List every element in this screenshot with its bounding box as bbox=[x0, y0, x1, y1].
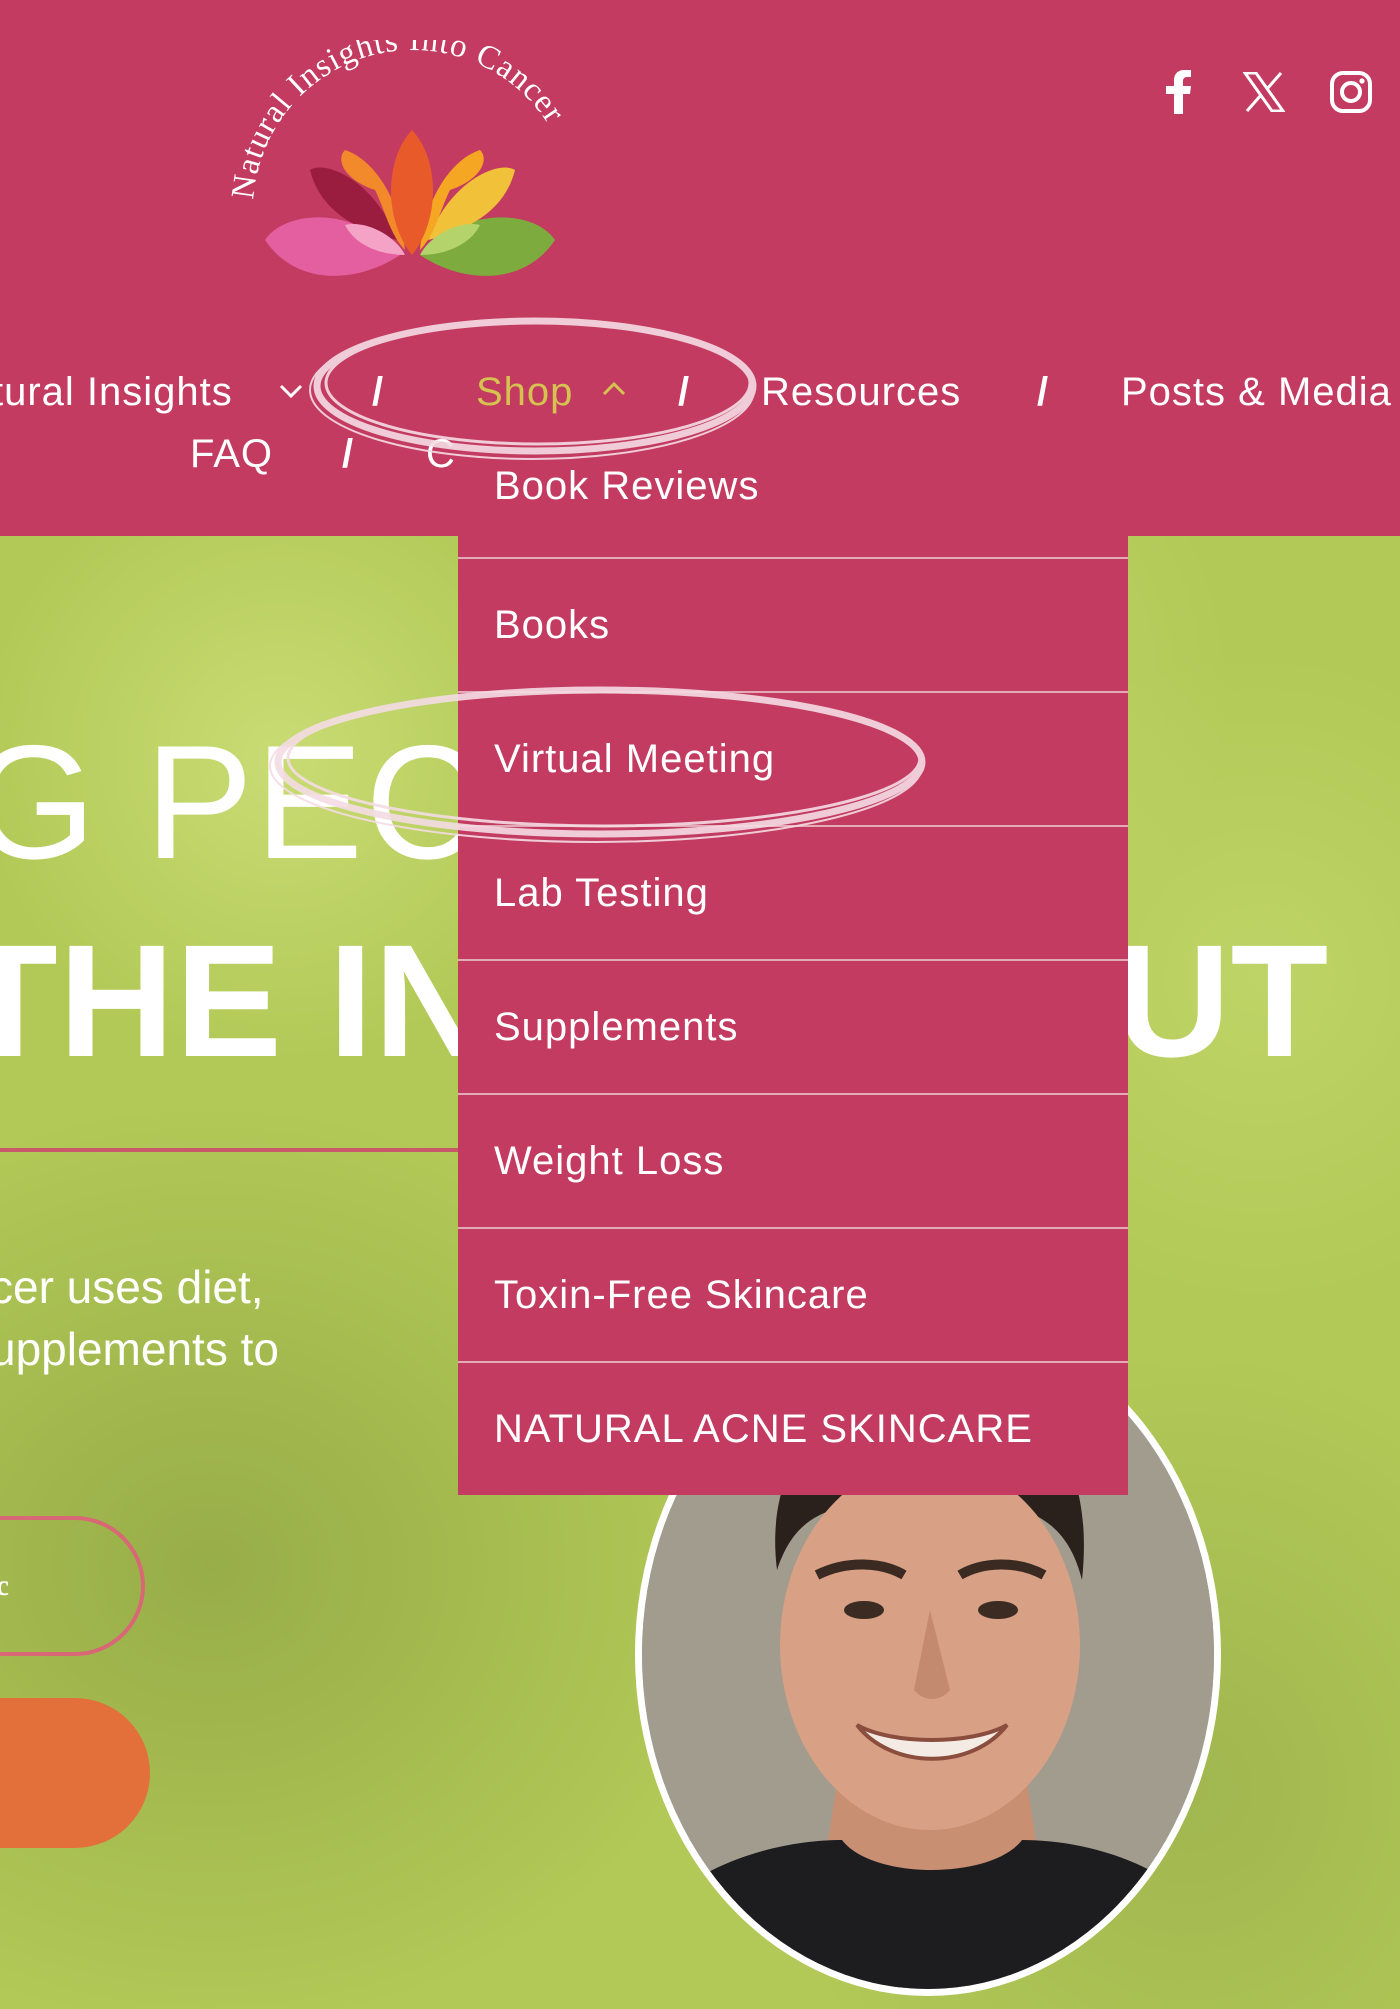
dropdown-item-lab-testing[interactable]: Lab Testing bbox=[458, 825, 1128, 959]
nav-faq[interactable]: FAQ bbox=[190, 430, 273, 478]
hero-divider bbox=[0, 1148, 460, 1152]
dropdown-item-book-reviews[interactable]: Book Reviews bbox=[458, 427, 1128, 557]
dropdown-item-label: Supplements bbox=[494, 1004, 739, 1049]
shop-dropdown-menu: Book Reviews Books Virtual Meeting Lab Test… bbox=[458, 427, 1128, 1495]
hero-outline-button[interactable]: oc bbox=[0, 1516, 145, 1656]
nav-contact[interactable]: C bbox=[426, 430, 456, 478]
x-icon[interactable] bbox=[1234, 62, 1294, 122]
nav-separator: / bbox=[1037, 370, 1049, 414]
dropdown-item-supplements[interactable]: Supplements bbox=[458, 959, 1128, 1093]
dropdown-item-label: Weight Loss bbox=[494, 1138, 725, 1183]
instagram-icon[interactable] bbox=[1321, 62, 1381, 122]
nav-natural-insights[interactable]: tural Insights bbox=[0, 368, 233, 416]
dropdown-item-natural-acne-skincare[interactable]: NATURAL ACNE SKINCARE bbox=[458, 1361, 1128, 1495]
hero-cta-button[interactable] bbox=[0, 1698, 150, 1848]
hero-description: cer uses diet, upplements to bbox=[0, 1261, 279, 1375]
dropdown-item-toxin-free-skincare[interactable]: Toxin-Free Skincare bbox=[458, 1227, 1128, 1361]
nav-separator: / bbox=[372, 370, 384, 414]
dropdown-item-label: Toxin-Free Skincare bbox=[494, 1272, 869, 1317]
dropdown-item-virtual-meeting[interactable]: Virtual Meeting bbox=[458, 691, 1128, 825]
dropdown-item-books[interactable]: Books bbox=[458, 557, 1128, 691]
hero-headline-line1: G PEC bbox=[0, 712, 485, 893]
hero-headline-line2: THE IN bbox=[0, 911, 491, 1090]
nav-shop[interactable]: Shop bbox=[476, 368, 573, 416]
dropdown-item-label: Virtual Meeting bbox=[494, 736, 776, 781]
dropdown-item-weight-loss[interactable]: Weight Loss bbox=[458, 1093, 1128, 1227]
nav-separator: / bbox=[678, 370, 690, 414]
site-logo[interactable]: Natural Insights Into Cancer bbox=[225, 40, 600, 310]
dropdown-item-label: NATURAL ACNE SKINCARE bbox=[494, 1406, 1033, 1451]
chevron-down-icon[interactable] bbox=[278, 381, 304, 401]
dropdown-item-label: Lab Testing bbox=[494, 870, 709, 915]
facebook-icon[interactable] bbox=[1149, 62, 1209, 122]
nav-resources[interactable]: Resources bbox=[761, 368, 961, 416]
nav-separator: / bbox=[342, 432, 354, 476]
hero-headline-line2-end: UT bbox=[1115, 911, 1329, 1090]
dropdown-item-label: Books bbox=[494, 602, 611, 647]
dropdown-item-label: Book Reviews bbox=[494, 464, 760, 508]
chevron-up-icon[interactable] bbox=[601, 379, 627, 399]
hero-outline-button-label: oc bbox=[0, 1569, 9, 1602]
nav-posts-media[interactable]: Posts & Media bbox=[1121, 368, 1392, 416]
